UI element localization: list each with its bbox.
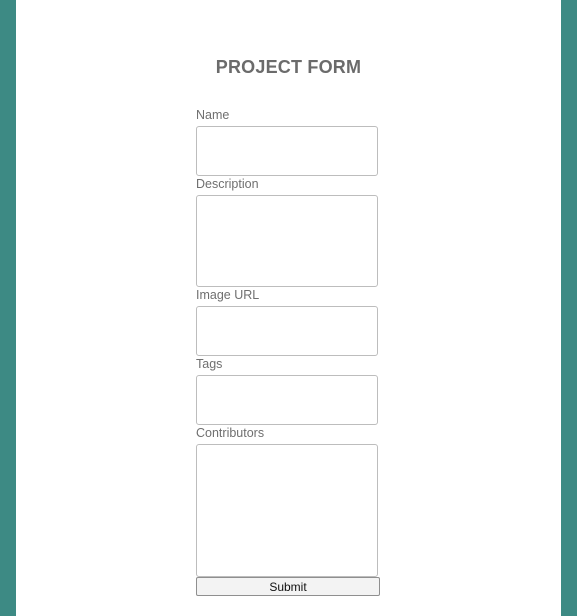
name-input[interactable] xyxy=(196,126,378,176)
description-textarea[interactable] xyxy=(196,195,378,287)
form-panel: PROJECT FORM Name Description Image URL … xyxy=(16,0,561,616)
submit-button[interactable]: Submit xyxy=(196,577,380,596)
description-label: Description xyxy=(196,177,259,191)
page-title: PROJECT FORM xyxy=(215,57,362,77)
contributors-label: Contributors xyxy=(196,426,265,440)
tags-label: Tags xyxy=(196,357,223,371)
tags-input[interactable] xyxy=(196,375,378,425)
image-url-label: Image URL xyxy=(196,288,260,302)
image-url-input[interactable] xyxy=(196,306,378,356)
contributors-textarea[interactable] xyxy=(196,444,378,577)
name-label: Name xyxy=(196,108,230,122)
